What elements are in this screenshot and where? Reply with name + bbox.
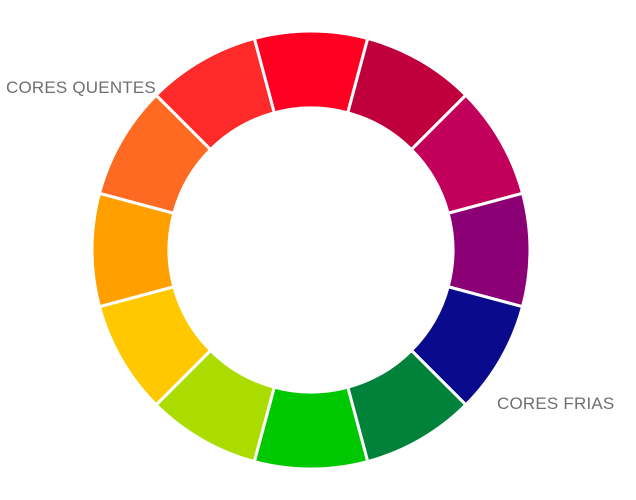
color-wheel-diagram: CORES QUENTES CORES FRIAS [0,0,636,500]
cool-colors-label: CORES FRIAS [497,394,615,413]
color-wheel [90,29,532,471]
wheel-center [170,109,452,391]
warm-colors-label: CORES QUENTES [6,78,156,97]
